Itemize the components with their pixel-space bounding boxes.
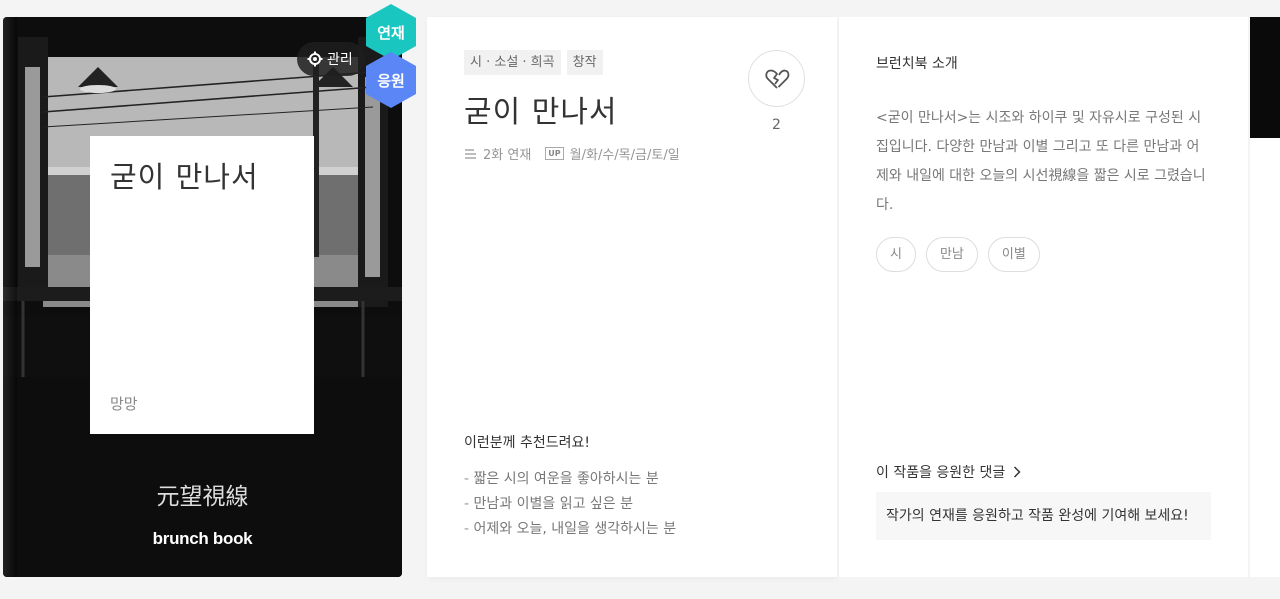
cover-publisher: 元望視線 — [156, 484, 249, 510]
cover-title: 굳이 만나서 — [110, 160, 259, 194]
next-card-edge — [1250, 17, 1280, 577]
category-tag[interactable]: 창작 — [566, 50, 603, 75]
like-count: 2 — [772, 117, 781, 133]
list-icon — [465, 148, 476, 159]
broken-heart-icon — [764, 69, 789, 89]
keyword-chip[interactable]: 만남 — [925, 237, 978, 272]
next-card-thumbnail — [1250, 17, 1280, 138]
gear-icon — [307, 51, 323, 67]
recommend-item: 어제와 오늘, 내일을 생각하시는 분 — [464, 517, 677, 542]
intro-label: 브런치북 소개 — [876, 56, 958, 72]
recommend-title: 이런분께 추천드려요! — [464, 435, 590, 451]
brunch-book-logo: brunch book — [152, 529, 253, 548]
recommend-item: 만남과 이별을 읽고 싶은 분 — [464, 492, 676, 517]
support-comments-link[interactable]: 이 작품을 응원한 댓글 — [876, 462, 1021, 482]
intro-text: <굳이 만나서>는 시조와 하이쿠 및 자유시로 구성된 시집입니다. 다양한 … — [876, 110, 1206, 213]
book-intro-card: 브런치북 소개 <굳이 만나서>는 시조와 하이쿠 및 자유시로 구성된 시집입… — [839, 17, 1248, 577]
support-prompt-box[interactable]: 작가의 연재를 응원하고 작품 완성에 기여해 보세요! — [876, 492, 1211, 540]
category-tag[interactable]: 시 · 소설 · 희곡 — [464, 50, 561, 75]
recommend-item: 짧은 시의 여운을 좋아하시는 분 — [464, 467, 676, 492]
book-meta: 2화 연재 UP 월/화/수/목/금/토/일 — [464, 144, 680, 163]
update-schedule: 월/화/수/목/금/토/일 — [569, 148, 680, 163]
book-info-card: 시 · 소설 · 희곡 창작 굳이 만나서 2화 연재 UP 월/화/수/목/금… — [427, 17, 837, 577]
manage-button[interactable]: 관리 — [297, 42, 365, 76]
like-button[interactable] — [748, 50, 805, 107]
book-title: 굳이 만나서 — [464, 95, 618, 130]
brunch-book-cover[interactable]: 굳이 만나서 망망 元望視線 brunch book — [3, 17, 402, 577]
keyword-list: 시 만남 이별 — [876, 237, 1040, 272]
up-icon: UP — [545, 147, 564, 160]
keyword-chip[interactable]: 이별 — [987, 237, 1040, 272]
cover-title-card: 굳이 만나서 망망 — [90, 136, 314, 434]
support-comments-label: 이 작품을 응원한 댓글 — [876, 465, 1006, 481]
cover-author: 망망 — [110, 395, 138, 413]
keyword-chip[interactable]: 시 — [876, 237, 916, 272]
manage-label: 관리 — [327, 52, 353, 68]
chevron-right-icon — [1014, 466, 1021, 478]
episode-count: 2화 연재 — [483, 148, 532, 163]
category-tags: 시 · 소설 · 희곡 창작 — [464, 50, 603, 75]
recommend-list: 짧은 시의 여운을 좋아하시는 분 만남과 이별을 읽고 싶은 분 어제와 오늘… — [464, 467, 677, 542]
